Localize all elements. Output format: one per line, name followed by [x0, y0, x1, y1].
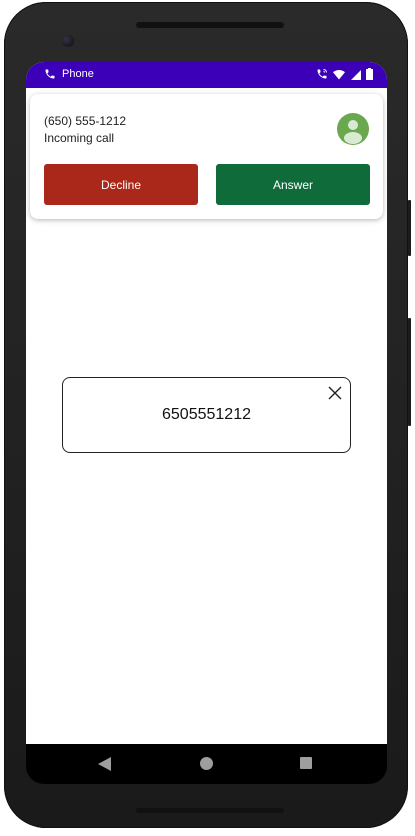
screen: Phone (650) 555-1212 Incoming call Decli… [26, 62, 387, 744]
call-status: Incoming call [44, 131, 115, 145]
back-icon[interactable] [98, 757, 112, 771]
phone-icon [44, 68, 56, 80]
number-display-box: 6505551212 [62, 377, 351, 453]
answer-button[interactable]: Answer [216, 164, 370, 205]
wifi-call-icon [316, 68, 328, 80]
status-left: Phone [44, 68, 94, 80]
navigation-bar [26, 744, 387, 784]
status-app-name: Phone [62, 68, 94, 80]
recents-icon[interactable] [300, 757, 312, 769]
person-icon [337, 113, 369, 145]
front-camera [62, 35, 74, 47]
power-button [408, 200, 411, 256]
status-right [316, 68, 373, 80]
dialed-number: 6505551212 [162, 406, 251, 423]
battery-icon [366, 68, 373, 80]
signal-icon [350, 69, 361, 80]
volume-button [408, 318, 411, 426]
bottom-speaker [136, 808, 284, 813]
caller-number: (650) 555-1212 [44, 114, 127, 128]
close-icon[interactable] [328, 386, 342, 400]
home-icon[interactable] [200, 757, 213, 770]
wifi-icon [333, 69, 345, 80]
status-bar: Phone [26, 62, 387, 88]
decline-button[interactable]: Decline [44, 164, 198, 205]
incoming-call-notification[interactable]: (650) 555-1212 Incoming call Decline Ans… [30, 94, 383, 219]
earpiece-speaker [136, 22, 284, 28]
